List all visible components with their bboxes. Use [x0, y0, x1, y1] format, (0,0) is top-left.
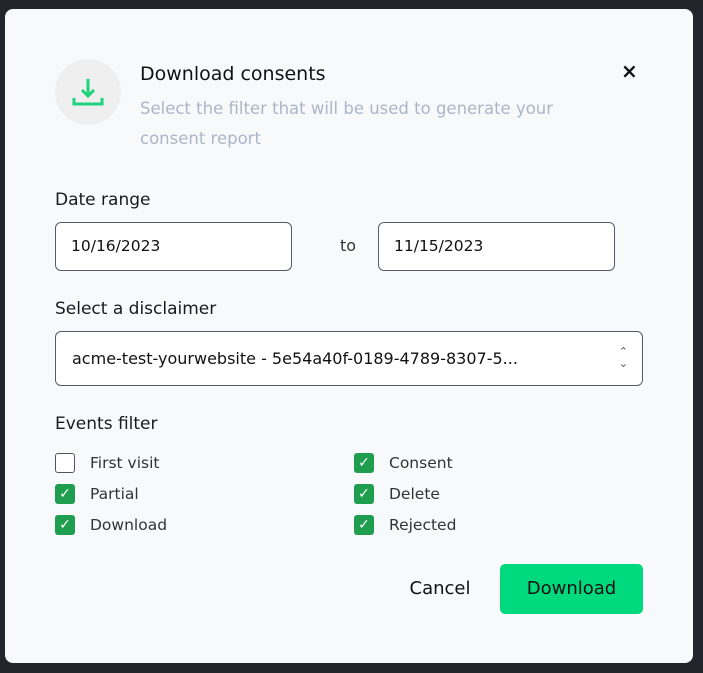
checkbox-label: Rejected [389, 516, 457, 534]
checkbox-label: Partial [90, 485, 139, 503]
checkbox-download[interactable]: ✓ Download [55, 515, 167, 535]
checkbox-consent[interactable]: ✓ Consent [354, 453, 453, 473]
checkmark-icon[interactable]: ✓ [55, 484, 75, 504]
date-separator: to [340, 236, 357, 255]
download-icon-circle [55, 59, 121, 125]
chevron-up-down-icon: ⌃ ⌄ [618, 345, 628, 370]
checkbox-partial[interactable]: ✓ Partial [55, 484, 139, 504]
checkmark-icon[interactable]: ✓ [354, 515, 374, 535]
disclaimer-select[interactable]: acme-test-yourwebsite - 5e54a40f-0189-47… [55, 331, 643, 386]
download-icon [72, 79, 104, 106]
checkbox-label: First visit [90, 454, 160, 472]
checkbox-label: Delete [389, 485, 440, 503]
download-button[interactable]: Download [500, 564, 643, 614]
checkbox-rejected[interactable]: ✓ Rejected [354, 515, 456, 535]
date-from-input[interactable]: 10/16/2023 [55, 222, 292, 271]
checkmark-icon[interactable]: ✓ [354, 484, 374, 504]
date-range-label: Date range [55, 190, 151, 210]
dialog-title: Download consents [140, 63, 326, 85]
close-icon[interactable]: × [621, 59, 638, 83]
checkbox-delete[interactable]: ✓ Delete [354, 484, 440, 504]
disclaimer-label: Select a disclaimer [55, 299, 217, 319]
checkmark-icon[interactable]: ✓ [354, 453, 374, 473]
date-to-input[interactable]: 11/15/2023 [378, 222, 615, 271]
checkbox-empty-icon[interactable] [55, 453, 75, 473]
cancel-button[interactable]: Cancel [395, 564, 485, 613]
disclaimer-value: acme-test-yourwebsite - 5e54a40f-0189-47… [72, 349, 518, 368]
checkbox-label: Download [90, 516, 168, 534]
dialog-subtitle: Select the filter that will be used to g… [140, 99, 554, 148]
events-filter-label: Events filter [55, 414, 158, 434]
checkbox-label: Consent [389, 454, 453, 472]
download-consents-dialog: Download consents Select the filter that… [5, 9, 693, 663]
checkmark-icon[interactable]: ✓ [55, 515, 75, 535]
checkbox-first-visit[interactable]: First visit [55, 453, 160, 473]
